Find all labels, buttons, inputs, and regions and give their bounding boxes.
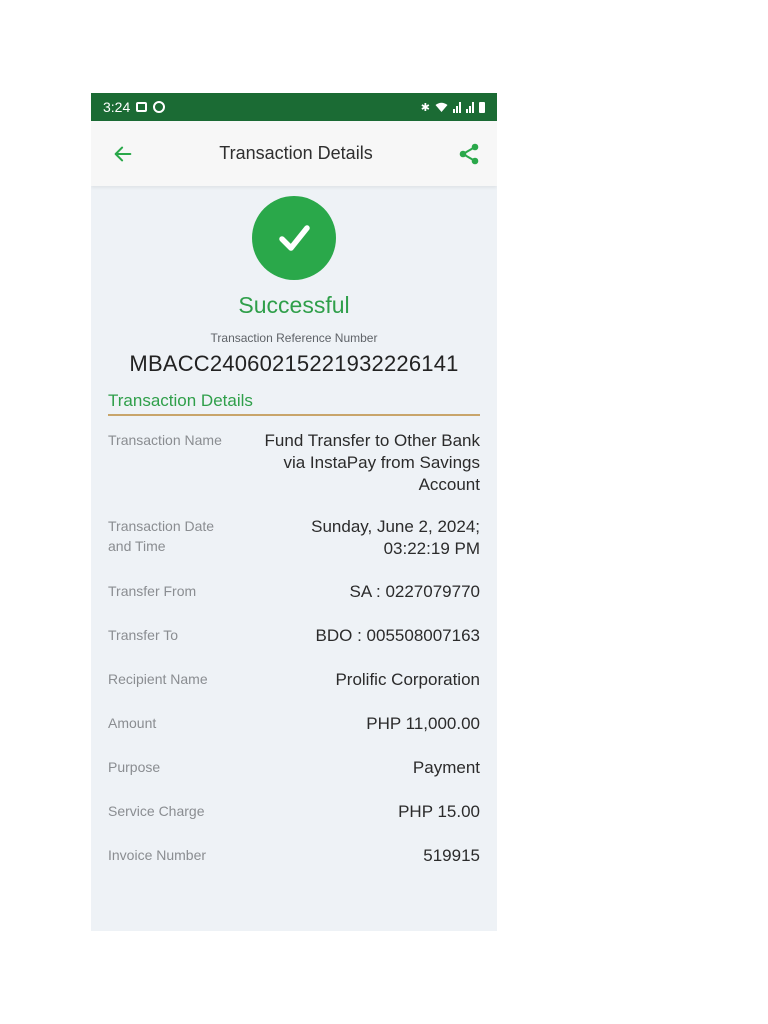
detail-label: Service Charge — [108, 803, 205, 819]
detail-label: Invoice Number — [108, 847, 207, 863]
app-notification-icon — [153, 101, 166, 113]
detail-value: BDO : 005508007163 — [315, 626, 480, 645]
share-button[interactable] — [455, 140, 483, 168]
detail-label: Transaction Date and Time — [108, 518, 215, 554]
detail-value: Fund Transfer to Other Bank via InstaPay… — [264, 431, 480, 494]
detail-label: Purpose — [108, 759, 161, 775]
status-right: ✱ — [421, 101, 485, 114]
bluetooth-icon: ✱ — [420, 101, 430, 114]
detail-value: Prolific Corporation — [335, 670, 480, 689]
status-bar: 3:24 ✱ — [91, 93, 497, 121]
page-title: Transaction Details — [219, 143, 373, 163]
status-icon-wrap — [108, 196, 480, 280]
gallery-notification-icon — [136, 102, 148, 112]
reference-label: Transaction Reference Number — [210, 331, 378, 345]
app-bar: Transaction Details — [91, 121, 497, 186]
detail-label: Transaction Name — [108, 432, 222, 448]
check-circle-icon — [252, 196, 336, 280]
detail-row-purpose: Purpose Payment — [108, 757, 480, 779]
signal-icon-2 — [466, 101, 474, 113]
status-label: Successful — [238, 292, 350, 318]
detail-row-amount: Amount PHP 11,000.00 — [108, 713, 480, 735]
detail-label: Recipient Name — [108, 671, 208, 687]
detail-value: SA : 0227079770 — [349, 582, 480, 601]
detail-value: 519915 — [423, 846, 480, 865]
detail-value: Payment — [412, 758, 480, 777]
transaction-content: Successful Transaction Reference Number … — [91, 186, 497, 867]
status-time: 3:24 — [103, 99, 131, 115]
detail-row-transaction-name: Transaction Name Fund Transfer to Other … — [108, 430, 480, 496]
section-title: Transaction Details — [108, 391, 480, 416]
detail-value: PHP 11,000.00 — [366, 714, 480, 733]
phone-screen: 3:24 ✱ Transaction Details Successful Tr… — [91, 93, 497, 931]
detail-value: Sunday, June 2, 2024; 03:22:19 PM — [311, 517, 480, 558]
status-left: 3:24 — [103, 99, 166, 115]
details-list: Transaction Name Fund Transfer to Other … — [108, 430, 480, 867]
detail-row-recipient-name: Recipient Name Prolific Corporation — [108, 669, 480, 691]
detail-row-transfer-from: Transfer From SA : 0227079770 — [108, 581, 480, 603]
detail-row-invoice-number: Invoice Number 519915 — [108, 845, 480, 867]
signal-icon-1 — [453, 101, 461, 113]
wifi-icon — [435, 102, 448, 112]
detail-row-transfer-to: Transfer To BDO : 005508007163 — [108, 625, 480, 647]
reference-number: MBACC2406021522193222614​1 — [129, 351, 459, 376]
detail-row-date-time: Transaction Date and Time Sunday, June 2… — [108, 516, 480, 560]
detail-label: Transfer From — [108, 583, 197, 599]
detail-label: Transfer To — [108, 627, 179, 643]
detail-row-service-charge: Service Charge PHP 15.00 — [108, 801, 480, 823]
share-icon — [459, 143, 479, 164]
back-button[interactable] — [109, 140, 137, 168]
arrow-left-icon — [114, 146, 132, 161]
detail-value: PHP 15.00 — [398, 802, 480, 821]
detail-label: Amount — [108, 715, 157, 731]
battery-icon — [479, 101, 485, 113]
